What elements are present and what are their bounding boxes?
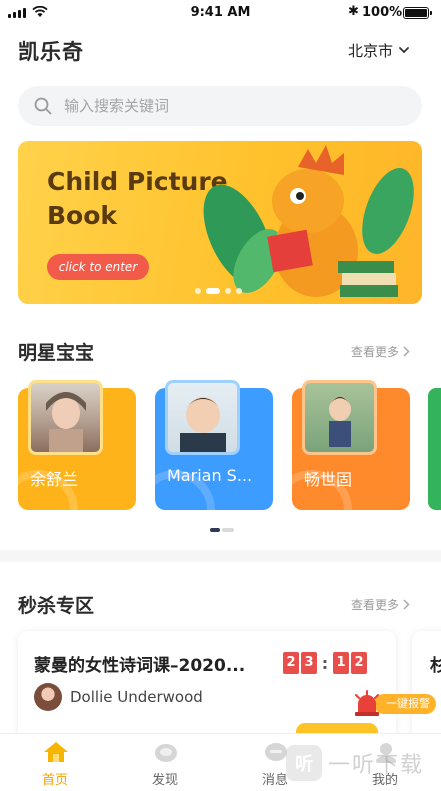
star-name: Marian S...: [167, 466, 253, 485]
banner-cta-button[interactable]: click to enter: [47, 254, 149, 280]
city-selector[interactable]: 北京市: [348, 40, 409, 61]
battery-percent: 100%: [362, 5, 403, 20]
timer-digit: 1: [333, 652, 349, 674]
timer-digit: 2: [283, 652, 299, 674]
stars-pagination: [210, 528, 234, 532]
tab-discover[interactable]: 发现: [110, 734, 220, 791]
star-name: 余舒兰: [30, 470, 79, 489]
course-author: Dollie Underwood: [34, 683, 203, 711]
section-divider: [0, 550, 441, 562]
dinosaur-illustration: [203, 145, 414, 297]
tab-label: 发现: [151, 773, 178, 788]
search-input[interactable]: [64, 97, 364, 115]
star-card[interactable]: 畅世固: [292, 380, 410, 510]
flash-sale-see-more-link[interactable]: 查看更多: [351, 596, 410, 613]
author-name: Dollie Underwood: [70, 688, 203, 706]
stars-see-more-link[interactable]: 查看更多: [351, 343, 410, 360]
battery-icon: [403, 7, 432, 19]
avatar: [165, 380, 240, 455]
timer-digit: 3: [301, 652, 317, 674]
tab-label: 首页: [41, 773, 68, 788]
star-card[interactable]: 余舒兰: [18, 380, 136, 510]
bluetooth-icon: ✱: [348, 4, 359, 19]
stars-section-title: 明星宝宝: [18, 342, 95, 364]
chevron-right-icon: [403, 346, 410, 357]
chevron-down-icon: [399, 47, 409, 54]
promo-banner[interactable]: Child Picture Book click to enter: [18, 141, 422, 304]
star-name: 畅世固: [304, 470, 353, 489]
alarm-label: 一键报警: [374, 694, 436, 714]
city-label: 北京市: [348, 42, 394, 60]
timer-digit: 2: [351, 652, 367, 674]
siren-icon: [355, 690, 379, 716]
home-icon: [44, 742, 68, 762]
star-card-peek[interactable]: [428, 388, 441, 510]
app-title: 凯乐奇: [18, 40, 84, 64]
course-title: 蒙曼的女性诗词课–2020...: [34, 656, 246, 676]
see-more-label: 查看更多: [351, 598, 400, 612]
watermark: 听 一听下载: [286, 745, 424, 781]
star-card[interactable]: Marian S...: [155, 380, 273, 510]
banner-pagination: [195, 288, 242, 294]
discover-icon: [155, 744, 177, 762]
flash-sale-section-title: 秒杀专区: [18, 595, 95, 617]
emergency-alarm-button[interactable]: 一键报警: [340, 681, 436, 721]
chevron-right-icon: [403, 599, 410, 610]
watermark-logo: 听: [286, 745, 322, 781]
see-more-label: 查看更多: [351, 345, 400, 359]
tab-home[interactable]: 首页: [0, 734, 110, 791]
avatar: [302, 380, 377, 455]
status-bar: 9:41 AM ✱ 100%: [0, 0, 441, 28]
search-bar[interactable]: [18, 86, 422, 126]
avatar: [28, 380, 103, 455]
avatar: [34, 683, 62, 711]
countdown-timer: 2 3 : 1 2: [283, 652, 367, 674]
course-title-peek: 杉: [430, 656, 441, 676]
watermark-text: 一听下载: [328, 753, 425, 778]
search-icon: [34, 97, 52, 115]
